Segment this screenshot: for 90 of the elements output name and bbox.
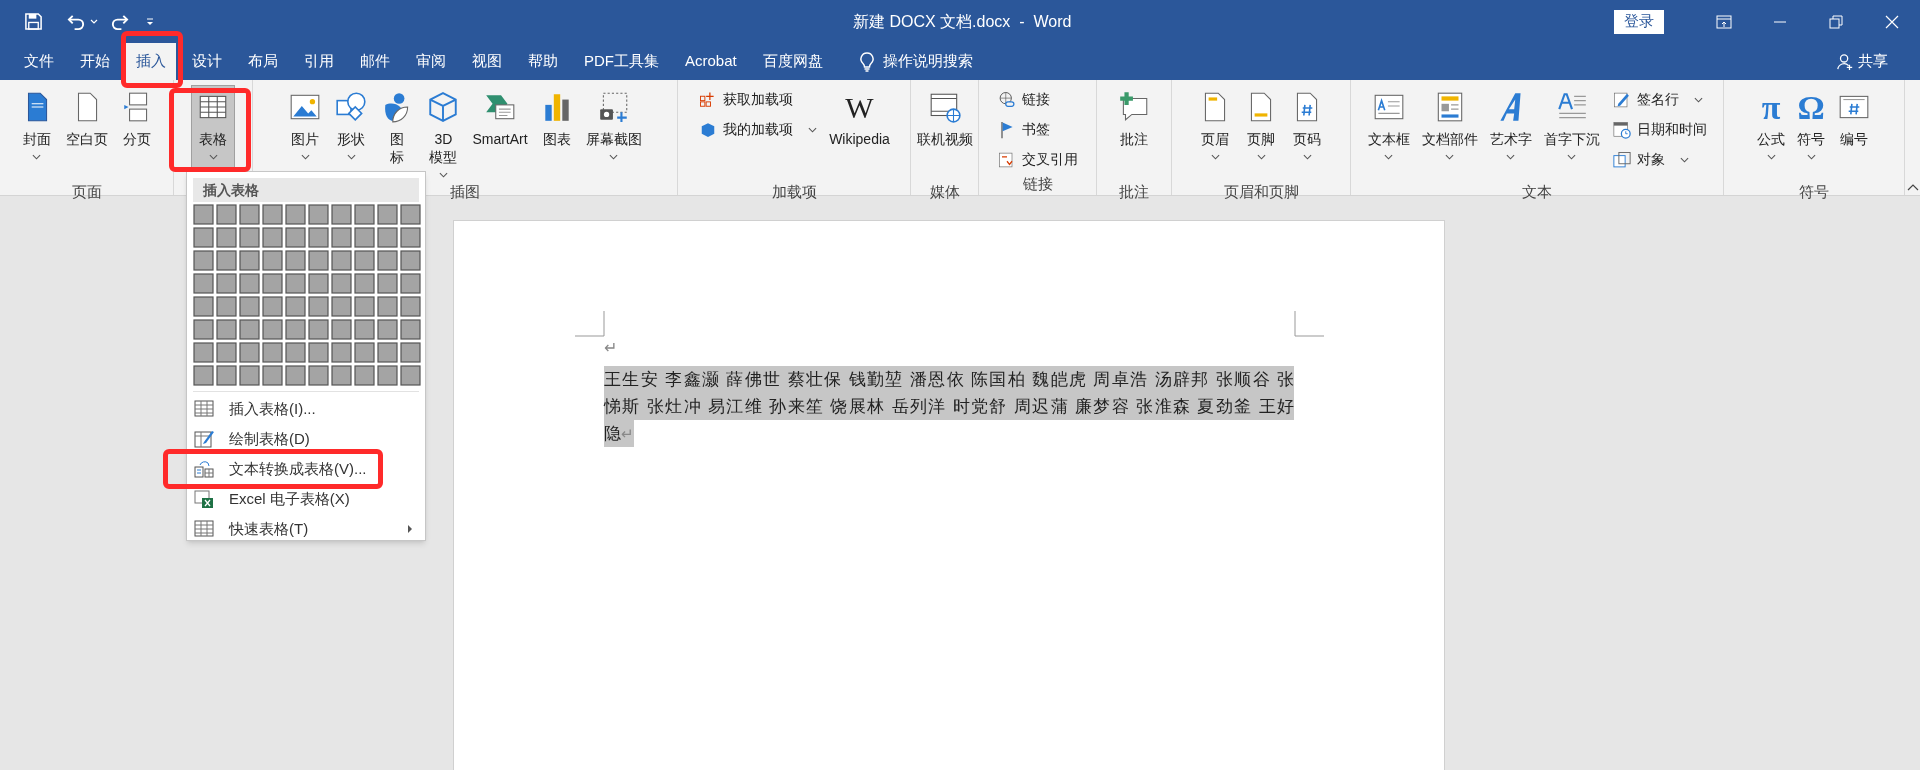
close-icon[interactable] [1884,13,1900,30]
ribbon-display-icon[interactable] [1716,13,1732,30]
ribbon-tab[interactable]: 百度网盘 [752,43,833,80]
ribbon-tab[interactable]: 设计 [182,43,232,80]
group-label: 媒体 [929,183,960,200]
table-grid-drawing[interactable] [193,204,423,388]
ribbon-tab[interactable]: 文件 [14,43,64,80]
document-text: 隐 [604,420,621,447]
lightbulb-icon [858,51,875,72]
window-title: 新建 DOCX 文档.docx - Word [853,12,1072,32]
text-to-table-icon [194,459,214,479]
ribbon-button[interactable]: 首字下沉 [1538,85,1605,181]
menu-item[interactable]: 文本转换成表格(V)... [193,454,419,484]
group-label: 插图 [450,183,480,200]
table-icon [194,399,214,419]
ribbon-button[interactable]: 联机视频 [911,85,978,181]
ribbon-tab[interactable]: 布局 [238,43,288,80]
group-label: 页眉和页脚 [1223,183,1299,200]
ribbon-button[interactable]: 艺术字 [1484,85,1537,181]
ribbon-button[interactable]: 分页 [114,85,159,181]
ribbon-button[interactable]: 获取加载项 [693,86,823,113]
w-letter-icon: W [845,90,874,126]
shapes-icon [334,90,369,124]
group-label: 文本 [1522,183,1552,200]
ribbon-button[interactable]: 文档部件 [1416,85,1483,181]
ribbon-button[interactable]: SmartArt [467,85,533,181]
spreadsheet-icon [194,489,214,509]
ribbon-button[interactable]: W Wikipedia [824,85,895,181]
restore-icon[interactable] [1828,13,1844,30]
object-icon [1611,149,1632,170]
crop-mark-icon [575,311,605,337]
ribbon-tab[interactable]: 开始 [70,43,120,80]
ribbon-button[interactable]: 3D 模型 [421,85,466,181]
share-button[interactable]: 共享 [1836,43,1888,80]
menu-item[interactable]: 绘制表格(D) [193,424,419,454]
ribbon-tab[interactable]: PDF工具集 [574,43,669,80]
group-label: 加载项 [771,183,817,200]
ribbon-button[interactable]: 页脚 [1239,85,1283,181]
customize-icon [145,16,155,27]
ribbon-button[interactable]: 屏幕截图 [580,85,647,181]
ribbon-tab[interactable]: 插入 [126,43,176,80]
group-label: 批注 [1119,183,1149,200]
menu-item[interactable]: 插入表格(I)... [193,394,419,424]
menu-item[interactable]: Excel 电子表格(X) [193,484,419,514]
paragraph-mark: ↵ [621,420,634,447]
group-label: 符号 [1799,183,1829,200]
ribbon-button[interactable]: 页码 [1285,85,1329,181]
ribbon-button[interactable]: 文本框 [1362,85,1415,181]
group-label: 页面 [71,183,102,200]
ribbon-button[interactable]: 编号 [1832,85,1876,181]
ribbon-button[interactable]: 对象 [1606,146,1712,173]
ribbon-button[interactable]: 书签 [992,116,1083,143]
pi-icon: π [1761,90,1781,126]
pencil-table-icon [194,429,214,449]
collapse-icon[interactable] [1906,184,1919,191]
ribbon-tab[interactable]: 视图 [462,43,512,80]
document-text: 悌斯 张灶冲 易江维 孙来笙 饶展林 岳列洋 时党舒 周迟蒲 廉梦容 张淮森 夏劲釜 王好 [604,393,1294,420]
ribbon-button[interactable]: π 公式 [1752,85,1790,181]
ribbon-button[interactable]: 封面 [14,85,59,181]
ribbon-button[interactable]: 批注 [1112,85,1156,181]
link-icon [997,89,1017,110]
ribbon-tab[interactable]: Acrobat [675,43,747,80]
ribbon-button[interactable]: 签名行 [1606,86,1712,113]
ribbon-tab[interactable]: 审阅 [406,43,456,80]
calendar-clock-icon [1611,119,1632,140]
sign-in-button[interactable]: 登录 [1614,9,1664,34]
ribbon-button[interactable]: 空白页 [60,85,113,181]
ribbon-button[interactable]: 页眉 [1193,85,1237,181]
ribbon-button[interactable]: 图表 [534,85,579,181]
tell-me-search[interactable]: 操作说明搜索 [858,43,973,80]
ribbon-tab[interactable]: 引用 [294,43,344,80]
crop-mark-icon [1294,311,1324,337]
document-text: 王生安 李鑫灏 薛佛世 蔡壮保 钱勤堃 潘恩依 陈国柏 魏皑虎 周卓浩 汤辟邦 张顺谷 张 [604,366,1294,393]
ribbon-button[interactable]: 日期和时间 [1606,116,1712,143]
group-label: 链接 [1022,175,1053,192]
menu-item[interactable]: 快速表格(T) [193,514,419,544]
ribbon-button[interactable]: Ω 符号 [1792,85,1830,181]
paragraph-mark: ↵ [604,338,617,358]
ribbon-tab[interactable]: 邮件 [350,43,400,80]
omega-icon: Ω [1797,90,1825,126]
ribbon-button[interactable]: 形状 [329,85,374,181]
save-icon [24,12,43,31]
signature-line-icon [1611,89,1632,110]
person-icon [1836,52,1854,71]
ribbon-tab[interactable]: 帮助 [518,43,568,80]
ribbon-button[interactable]: 链接 [992,86,1083,113]
caret-icon [90,19,98,24]
ribbon-button[interactable]: 我的加载项 [693,116,823,143]
ribbon-button[interactable]: 交叉引用 [992,146,1083,173]
menu-header: 插入表格 [203,180,259,200]
